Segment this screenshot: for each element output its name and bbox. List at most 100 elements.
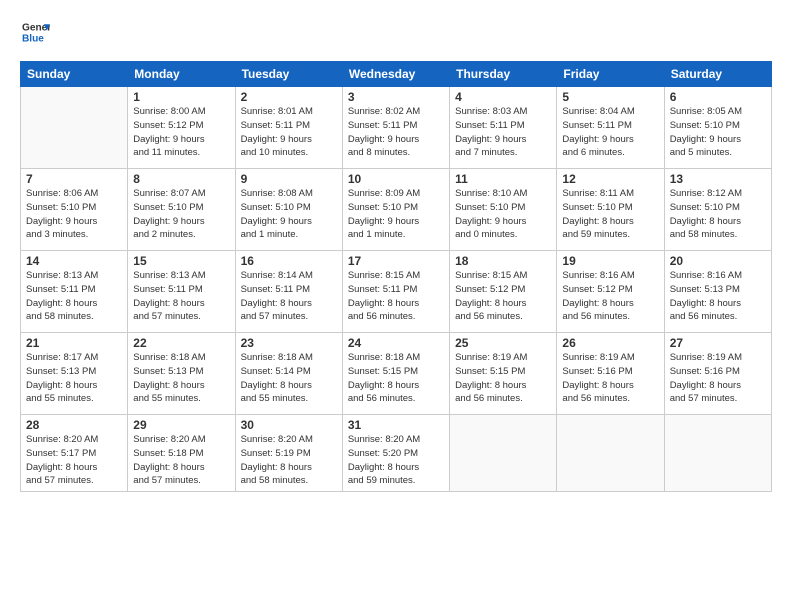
day-number: 12 xyxy=(562,172,658,186)
calendar-cell: 23Sunrise: 8:18 AMSunset: 5:14 PMDayligh… xyxy=(235,333,342,415)
calendar-cell: 30Sunrise: 8:20 AMSunset: 5:19 PMDayligh… xyxy=(235,415,342,492)
weekday-header-tuesday: Tuesday xyxy=(235,62,342,87)
day-info: Sunrise: 8:11 AMSunset: 5:10 PMDaylight:… xyxy=(562,187,658,242)
day-info: Sunrise: 8:01 AMSunset: 5:11 PMDaylight:… xyxy=(241,105,337,160)
day-number: 15 xyxy=(133,254,229,268)
day-number: 20 xyxy=(670,254,766,268)
day-number: 4 xyxy=(455,90,551,104)
calendar-cell: 19Sunrise: 8:16 AMSunset: 5:12 PMDayligh… xyxy=(557,251,664,333)
day-number: 9 xyxy=(241,172,337,186)
day-info: Sunrise: 8:06 AMSunset: 5:10 PMDaylight:… xyxy=(26,187,122,242)
day-info: Sunrise: 8:19 AMSunset: 5:15 PMDaylight:… xyxy=(455,351,551,406)
weekday-header-saturday: Saturday xyxy=(664,62,771,87)
day-info: Sunrise: 8:17 AMSunset: 5:13 PMDaylight:… xyxy=(26,351,122,406)
day-number: 19 xyxy=(562,254,658,268)
day-number: 11 xyxy=(455,172,551,186)
day-info: Sunrise: 8:15 AMSunset: 5:11 PMDaylight:… xyxy=(348,269,444,324)
weekday-header-row: SundayMondayTuesdayWednesdayThursdayFrid… xyxy=(21,62,772,87)
day-number: 26 xyxy=(562,336,658,350)
day-info: Sunrise: 8:04 AMSunset: 5:11 PMDaylight:… xyxy=(562,105,658,160)
day-number: 2 xyxy=(241,90,337,104)
day-number: 14 xyxy=(26,254,122,268)
day-info: Sunrise: 8:19 AMSunset: 5:16 PMDaylight:… xyxy=(562,351,658,406)
calendar-cell: 14Sunrise: 8:13 AMSunset: 5:11 PMDayligh… xyxy=(21,251,128,333)
week-row-3: 14Sunrise: 8:13 AMSunset: 5:11 PMDayligh… xyxy=(21,251,772,333)
calendar-cell: 22Sunrise: 8:18 AMSunset: 5:13 PMDayligh… xyxy=(128,333,235,415)
day-info: Sunrise: 8:07 AMSunset: 5:10 PMDaylight:… xyxy=(133,187,229,242)
calendar-cell: 27Sunrise: 8:19 AMSunset: 5:16 PMDayligh… xyxy=(664,333,771,415)
day-number: 22 xyxy=(133,336,229,350)
week-row-4: 21Sunrise: 8:17 AMSunset: 5:13 PMDayligh… xyxy=(21,333,772,415)
calendar-cell: 16Sunrise: 8:14 AMSunset: 5:11 PMDayligh… xyxy=(235,251,342,333)
logo: General Blue xyxy=(20,18,50,51)
day-info: Sunrise: 8:13 AMSunset: 5:11 PMDaylight:… xyxy=(26,269,122,324)
day-info: Sunrise: 8:19 AMSunset: 5:16 PMDaylight:… xyxy=(670,351,766,406)
day-info: Sunrise: 8:20 AMSunset: 5:17 PMDaylight:… xyxy=(26,433,122,488)
calendar-cell: 24Sunrise: 8:18 AMSunset: 5:15 PMDayligh… xyxy=(342,333,449,415)
calendar-cell: 15Sunrise: 8:13 AMSunset: 5:11 PMDayligh… xyxy=(128,251,235,333)
day-number: 13 xyxy=(670,172,766,186)
week-row-1: 1Sunrise: 8:00 AMSunset: 5:12 PMDaylight… xyxy=(21,87,772,169)
day-info: Sunrise: 8:16 AMSunset: 5:13 PMDaylight:… xyxy=(670,269,766,324)
day-number: 24 xyxy=(348,336,444,350)
calendar-cell xyxy=(664,415,771,492)
day-number: 18 xyxy=(455,254,551,268)
day-info: Sunrise: 8:12 AMSunset: 5:10 PMDaylight:… xyxy=(670,187,766,242)
day-info: Sunrise: 8:20 AMSunset: 5:18 PMDaylight:… xyxy=(133,433,229,488)
day-info: Sunrise: 8:16 AMSunset: 5:12 PMDaylight:… xyxy=(562,269,658,324)
day-info: Sunrise: 8:20 AMSunset: 5:20 PMDaylight:… xyxy=(348,433,444,488)
day-number: 23 xyxy=(241,336,337,350)
calendar-cell: 21Sunrise: 8:17 AMSunset: 5:13 PMDayligh… xyxy=(21,333,128,415)
day-number: 10 xyxy=(348,172,444,186)
day-info: Sunrise: 8:20 AMSunset: 5:19 PMDaylight:… xyxy=(241,433,337,488)
day-info: Sunrise: 8:13 AMSunset: 5:11 PMDaylight:… xyxy=(133,269,229,324)
day-number: 29 xyxy=(133,418,229,432)
calendar-cell: 9Sunrise: 8:08 AMSunset: 5:10 PMDaylight… xyxy=(235,169,342,251)
weekday-header-thursday: Thursday xyxy=(450,62,557,87)
weekday-header-wednesday: Wednesday xyxy=(342,62,449,87)
calendar-cell: 13Sunrise: 8:12 AMSunset: 5:10 PMDayligh… xyxy=(664,169,771,251)
calendar-cell: 31Sunrise: 8:20 AMSunset: 5:20 PMDayligh… xyxy=(342,415,449,492)
day-info: Sunrise: 8:18 AMSunset: 5:14 PMDaylight:… xyxy=(241,351,337,406)
calendar-cell: 2Sunrise: 8:01 AMSunset: 5:11 PMDaylight… xyxy=(235,87,342,169)
day-number: 8 xyxy=(133,172,229,186)
day-number: 25 xyxy=(455,336,551,350)
day-info: Sunrise: 8:18 AMSunset: 5:13 PMDaylight:… xyxy=(133,351,229,406)
calendar-cell: 4Sunrise: 8:03 AMSunset: 5:11 PMDaylight… xyxy=(450,87,557,169)
day-info: Sunrise: 8:10 AMSunset: 5:10 PMDaylight:… xyxy=(455,187,551,242)
calendar-cell xyxy=(21,87,128,169)
weekday-header-sunday: Sunday xyxy=(21,62,128,87)
day-number: 5 xyxy=(562,90,658,104)
calendar-cell: 26Sunrise: 8:19 AMSunset: 5:16 PMDayligh… xyxy=(557,333,664,415)
day-number: 16 xyxy=(241,254,337,268)
day-info: Sunrise: 8:14 AMSunset: 5:11 PMDaylight:… xyxy=(241,269,337,324)
week-row-5: 28Sunrise: 8:20 AMSunset: 5:17 PMDayligh… xyxy=(21,415,772,492)
calendar-cell: 10Sunrise: 8:09 AMSunset: 5:10 PMDayligh… xyxy=(342,169,449,251)
day-number: 27 xyxy=(670,336,766,350)
calendar-cell: 6Sunrise: 8:05 AMSunset: 5:10 PMDaylight… xyxy=(664,87,771,169)
calendar-cell: 5Sunrise: 8:04 AMSunset: 5:11 PMDaylight… xyxy=(557,87,664,169)
day-number: 30 xyxy=(241,418,337,432)
calendar-cell: 1Sunrise: 8:00 AMSunset: 5:12 PMDaylight… xyxy=(128,87,235,169)
calendar-cell xyxy=(557,415,664,492)
calendar-cell: 8Sunrise: 8:07 AMSunset: 5:10 PMDaylight… xyxy=(128,169,235,251)
calendar-cell: 25Sunrise: 8:19 AMSunset: 5:15 PMDayligh… xyxy=(450,333,557,415)
day-number: 31 xyxy=(348,418,444,432)
day-number: 3 xyxy=(348,90,444,104)
logo-icon: General Blue xyxy=(22,18,50,46)
day-info: Sunrise: 8:18 AMSunset: 5:15 PMDaylight:… xyxy=(348,351,444,406)
day-number: 1 xyxy=(133,90,229,104)
calendar-cell xyxy=(450,415,557,492)
day-info: Sunrise: 8:15 AMSunset: 5:12 PMDaylight:… xyxy=(455,269,551,324)
calendar-cell: 7Sunrise: 8:06 AMSunset: 5:10 PMDaylight… xyxy=(21,169,128,251)
day-number: 6 xyxy=(670,90,766,104)
calendar-cell: 17Sunrise: 8:15 AMSunset: 5:11 PMDayligh… xyxy=(342,251,449,333)
calendar-cell: 29Sunrise: 8:20 AMSunset: 5:18 PMDayligh… xyxy=(128,415,235,492)
day-number: 28 xyxy=(26,418,122,432)
day-info: Sunrise: 8:03 AMSunset: 5:11 PMDaylight:… xyxy=(455,105,551,160)
weekday-header-friday: Friday xyxy=(557,62,664,87)
day-number: 17 xyxy=(348,254,444,268)
calendar-cell: 11Sunrise: 8:10 AMSunset: 5:10 PMDayligh… xyxy=(450,169,557,251)
day-info: Sunrise: 8:00 AMSunset: 5:12 PMDaylight:… xyxy=(133,105,229,160)
calendar-cell: 3Sunrise: 8:02 AMSunset: 5:11 PMDaylight… xyxy=(342,87,449,169)
